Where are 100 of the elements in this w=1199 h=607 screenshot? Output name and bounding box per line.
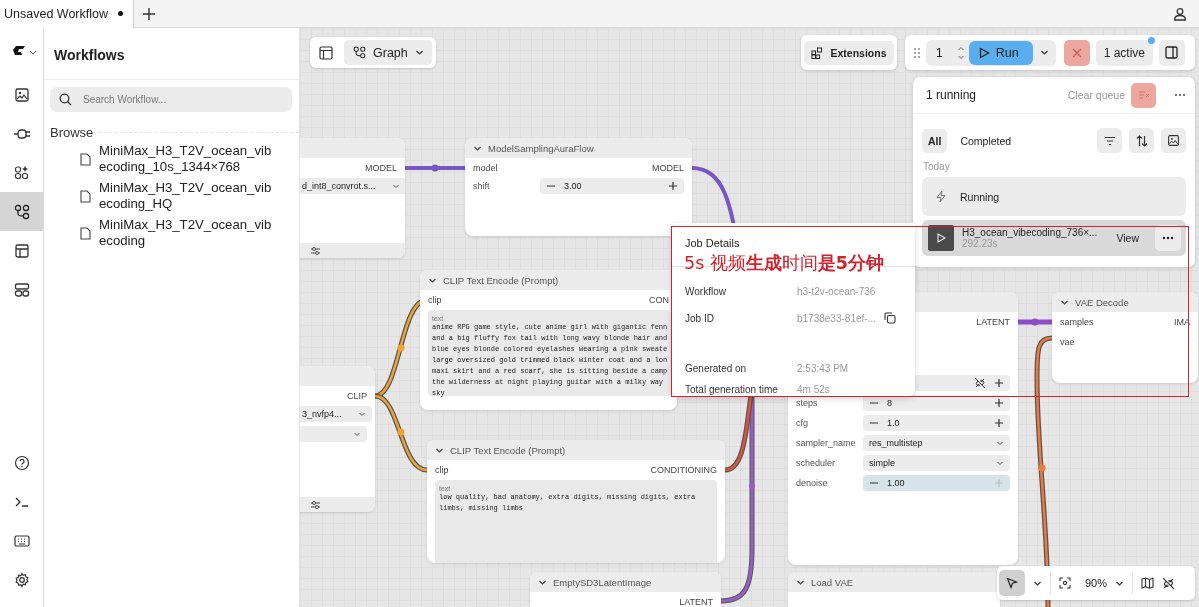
- graph-node[interactable]: ModelSamplingAuraFlow model MODEL shift 3.00: [465, 138, 692, 236]
- settings-icon[interactable]: [13, 571, 30, 588]
- panel-toggle-button[interactable]: [1159, 39, 1185, 66]
- workflow-file-item[interactable]: MiniMax_H3_T2V_ocean_vibecoding_HQ: [44, 177, 299, 214]
- select-field[interactable]: d_int8_convrot.s...: [300, 178, 405, 194]
- detail-label: Generated on: [685, 363, 748, 374]
- active-queue-button[interactable]: 1 active: [1095, 39, 1153, 66]
- more-icon[interactable]: [1174, 93, 1186, 97]
- workflow-file-item[interactable]: MiniMax_H3_T2V_ocean_vibecoding_10s_1344×768: [44, 140, 299, 177]
- job-duration: 292.23s: [962, 238, 998, 249]
- user-icon[interactable]: [1173, 6, 1187, 21]
- select-field[interactable]: [300, 426, 367, 442]
- keyboard-icon[interactable]: [13, 532, 30, 549]
- workflow-file-item[interactable]: MiniMax_H3_T2V_ocean_vibecoding: [44, 214, 299, 251]
- annotation-text: 5s 视频生成时间是5分钟: [684, 252, 885, 275]
- extensions-button[interactable]: Extensions: [804, 40, 894, 65]
- select-field[interactable]: simple: [863, 455, 1010, 471]
- select-tool-button[interactable]: [999, 570, 1025, 596]
- workflow-icon: [13, 203, 30, 220]
- fit-view-icon[interactable]: [1059, 577, 1071, 589]
- tab-label: Unsaved Workflow: [4, 6, 108, 21]
- play-icon: [978, 46, 990, 59]
- chevron-icon: [996, 459, 1004, 467]
- prompt-field[interactable]: [428, 310, 672, 396]
- port-label: model: [473, 163, 498, 173]
- run-button[interactable]: Run: [968, 40, 1033, 65]
- port-label: MODEL: [365, 163, 397, 173]
- group-heading: Today: [922, 160, 951, 172]
- filter-tab[interactable]: Completed: [954, 128, 1018, 153]
- job-row[interactable]: H3_ocean_vibecoding_736×... 292.23s View: [922, 220, 1186, 256]
- widget-label: sampler_name: [796, 438, 857, 448]
- workflow-tab[interactable]: Unsaved Workflow: [0, 0, 134, 28]
- node-title: CLIP Text Encode (Prompt): [443, 274, 559, 286]
- copy-icon[interactable]: [883, 312, 896, 324]
- number-field[interactable]: 3.00: [540, 178, 684, 194]
- sort-icon: [1135, 134, 1148, 147]
- image-icon: [13, 86, 30, 103]
- view-button[interactable]: View: [1116, 232, 1139, 244]
- view-mode-button[interactable]: Graph: [344, 40, 432, 65]
- number-field[interactable]: 1.0: [863, 415, 1010, 431]
- plus-icon[interactable]: [994, 378, 1004, 388]
- port-label: clip: [435, 465, 449, 475]
- filter-button[interactable]: [1097, 128, 1122, 153]
- number-field[interactable]: 8: [863, 395, 1010, 411]
- help-icon[interactable]: [13, 454, 30, 471]
- node-title: Load VAE: [811, 576, 854, 588]
- plus-icon[interactable]: [994, 418, 1004, 428]
- stepper-icon: [956, 44, 965, 61]
- widget-label: scheduler: [796, 458, 837, 468]
- port-label: LATENT: [679, 597, 713, 607]
- select-field[interactable]: res_multistep: [863, 435, 1010, 451]
- select-field[interactable]: 3_nvfp4...: [300, 406, 372, 422]
- plus-icon[interactable]: [668, 181, 678, 191]
- layout-icon[interactable]: [319, 45, 333, 60]
- node-title: ModelSamplingAuraFlow: [488, 142, 594, 154]
- nodes-icon: [13, 164, 30, 181]
- sliders-icon[interactable]: [310, 245, 321, 256]
- port-label: clip: [428, 295, 442, 305]
- detail-value: 4m 52s: [797, 384, 830, 395]
- chevron-icon[interactable]: [1039, 48, 1049, 57]
- batch-count-field[interactable]: 1: [928, 44, 969, 61]
- search-field[interactable]: Search Workflow...: [50, 87, 292, 112]
- plus-icon[interactable]: [994, 398, 1004, 408]
- graph-node[interactable]: EmptySD3LatentImage LATENT: [530, 572, 721, 607]
- blocks-icon: [811, 46, 824, 59]
- apps-icon: [13, 281, 30, 298]
- graph-node[interactable]: MODEL d_int8_convrot.s...: [300, 138, 405, 258]
- sort-button[interactable]: [1129, 128, 1154, 153]
- cancel-button[interactable]: [1063, 39, 1090, 66]
- layout-icon: [13, 242, 30, 259]
- graph-node[interactable]: [420, 270, 677, 410]
- job-name: H3_ocean_vibecoding_736×...: [962, 227, 1098, 238]
- file-icon: [80, 226, 91, 240]
- link-off-icon[interactable]: [1162, 576, 1176, 590]
- chevron-icon: [996, 439, 1004, 447]
- new-tab-icon[interactable]: [142, 6, 156, 21]
- clear-list-icon: [1137, 90, 1150, 100]
- drag-handle-icon[interactable]: [914, 46, 920, 59]
- graph-node[interactable]: CLIP 3_nvfp4...: [300, 366, 375, 512]
- file-icon: [80, 152, 91, 166]
- port-label: CONDITIONING: [650, 465, 717, 475]
- panel-title: Workflows: [44, 28, 299, 80]
- chevron-icon: [353, 430, 361, 438]
- sliders-icon[interactable]: [310, 499, 321, 510]
- zoom-level-button[interactable]: 90%: [1085, 577, 1108, 589]
- more-button[interactable]: [1155, 225, 1181, 251]
- port-label: CLIP: [347, 391, 367, 401]
- node-title: CLIP Text Encode (Prompt): [450, 444, 566, 456]
- sidebar-button[interactable]: [0, 192, 43, 231]
- map-icon[interactable]: [1141, 577, 1155, 589]
- gallery-button[interactable]: [1161, 128, 1186, 153]
- popup-title: Job Details: [685, 237, 741, 249]
- graph-node[interactable]: Load VAE: [788, 572, 1000, 607]
- detail-label: Workflow: [685, 286, 727, 297]
- image-icon: [1167, 134, 1180, 147]
- chevron-icon: [357, 410, 366, 418]
- number-field[interactable]: 1.00: [863, 475, 1010, 491]
- chevron-icon: [414, 48, 424, 57]
- filter-tab[interactable]: All: [922, 128, 948, 153]
- link-off-icon[interactable]: [974, 377, 986, 389]
